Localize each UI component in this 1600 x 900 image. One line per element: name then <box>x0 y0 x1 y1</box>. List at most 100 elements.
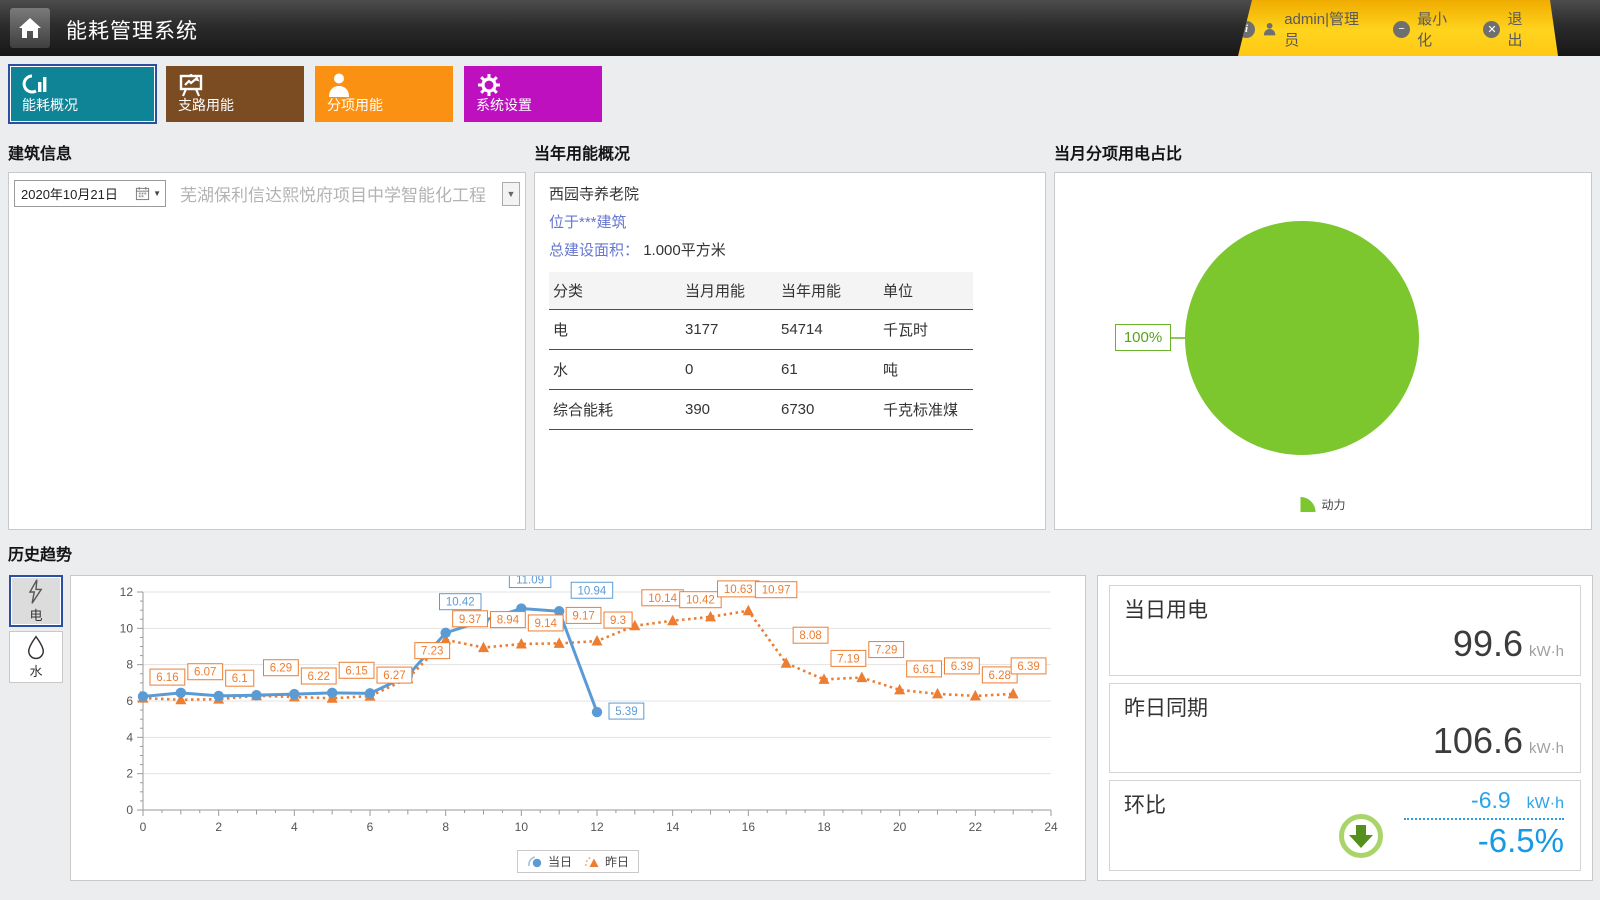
svg-text:0: 0 <box>140 820 147 834</box>
table-cell: 千瓦时 <box>879 310 973 350</box>
svg-text:10.42: 10.42 <box>686 595 715 607</box>
svg-text:9.3: 9.3 <box>610 615 626 627</box>
svg-text:4: 4 <box>126 730 133 744</box>
table-cell: 54714 <box>777 310 879 350</box>
svg-text:10.94: 10.94 <box>578 585 607 597</box>
svg-text:6.28: 6.28 <box>989 670 1011 682</box>
table-cell: 水 <box>549 350 681 390</box>
yesterday-usage-box: 昨日同期 106.6kW·h <box>1109 683 1581 774</box>
table-cell: 千克标准煤 <box>879 390 973 430</box>
pie-legend-swatch <box>1300 497 1315 512</box>
toggle-water[interactable]: 水 <box>9 631 63 683</box>
legend-item-yesterday[interactable]: 昨日 <box>584 853 629 870</box>
svg-text:6.27: 6.27 <box>383 670 405 682</box>
nav-system-settings[interactable]: 系统设置 <box>464 66 602 122</box>
svg-text:10: 10 <box>515 820 529 834</box>
trend-legend[interactable]: 当日 昨日 <box>517 850 639 873</box>
app-title: 能耗管理系统 <box>66 15 198 45</box>
svg-text:11.09: 11.09 <box>516 576 544 587</box>
today-usage-box: 当日用电 99.6kW·h <box>1109 585 1581 676</box>
svg-text:9.17: 9.17 <box>572 610 594 622</box>
table-cell: 6730 <box>777 390 879 430</box>
table-row: 综合能耗3906730千克标准煤 <box>549 390 973 430</box>
legend-item-today[interactable]: 当日 <box>527 853 572 870</box>
minimize-button[interactable]: 最小化 <box>1417 8 1460 50</box>
svg-text:8.94: 8.94 <box>497 615 520 627</box>
trend-chart-panel: 0246810120246810121416182022246.166.076.… <box>70 575 1086 881</box>
svg-text:6.15: 6.15 <box>345 665 367 677</box>
table-cell: 0 <box>681 350 777 390</box>
user-icon <box>1262 21 1277 37</box>
yesterday-usage-unit: kW·h <box>1529 740 1564 757</box>
svg-text:12: 12 <box>120 585 134 599</box>
home-icon <box>18 16 42 40</box>
title-bar: 能耗管理系统 i admin|管理员 − 最小化 ✕ 退出 2020年10月21… <box>0 0 1600 56</box>
nav-branch-energy[interactable]: 支路用能 <box>166 66 304 122</box>
table-cell: 3177 <box>681 310 777 350</box>
date-picker[interactable]: 2020年10月21日 ▼ <box>14 180 166 207</box>
nav-energy-overview[interactable]: 能耗概况 <box>10 66 155 122</box>
trend-title: 历史趋势 <box>8 541 72 571</box>
svg-text:10.97: 10.97 <box>762 585 791 597</box>
svg-text:8: 8 <box>442 820 449 834</box>
logout-button[interactable]: 退出 <box>1507 8 1536 50</box>
table-cell: 综合能耗 <box>549 390 681 430</box>
svg-text:6.16: 6.16 <box>156 672 178 684</box>
today-series-marker <box>527 855 544 869</box>
toggle-electricity-label: 电 <box>29 605 42 624</box>
pie-legend-label: 动力 <box>1321 496 1345 513</box>
energy-table-col-header: 分类 <box>549 272 681 310</box>
energy-table-col-header: 当年用能 <box>777 272 879 310</box>
trend-line-chart: 0246810120246810121416182022246.166.076.… <box>71 576 1085 852</box>
lightning-icon <box>26 579 46 605</box>
home-button[interactable] <box>10 8 50 48</box>
toggle-electricity[interactable]: 电 <box>9 575 63 627</box>
year-overview-panel: 当年用能概况 西园寺养老院 位于***建筑 总建设面积： 1.000平方米 分类… <box>534 140 1046 530</box>
svg-text:10.14: 10.14 <box>648 593 677 605</box>
close-icon[interactable]: ✕ <box>1483 21 1500 38</box>
pie-legend-item[interactable]: 动力 <box>1300 496 1345 513</box>
svg-text:6.22: 6.22 <box>308 671 330 683</box>
svg-text:0: 0 <box>126 803 133 817</box>
date-picker-value: 2020年10月21日 <box>21 184 135 203</box>
svg-text:9.14: 9.14 <box>535 618 558 630</box>
svg-text:6: 6 <box>126 694 133 708</box>
svg-text:7.19: 7.19 <box>837 653 859 665</box>
svg-text:12: 12 <box>590 820 604 834</box>
svg-text:8: 8 <box>126 658 133 672</box>
location-link[interactable]: 位于***建筑 <box>549 211 627 232</box>
table-row: 水061吨 <box>549 350 973 390</box>
table-row: 电317754714千瓦时 <box>549 310 973 350</box>
energy-table-col-header: 当月用能 <box>681 272 777 310</box>
svg-text:10: 10 <box>120 621 134 635</box>
building-info-title: 建筑信息 <box>8 140 526 170</box>
user-label: admin|管理员 <box>1284 8 1369 50</box>
energy-table-header: 分类当月用能当年用能单位 <box>549 272 973 310</box>
down-arrow-icon <box>1338 813 1384 859</box>
svg-text:6.39: 6.39 <box>951 661 973 673</box>
droplet-icon <box>26 635 46 661</box>
main-nav: 能耗概况 支路用能 分项用能 系统设置 <box>10 66 602 122</box>
svg-text:7.29: 7.29 <box>875 645 897 657</box>
yesterday-series-marker <box>584 855 601 869</box>
svg-text:22: 22 <box>969 820 983 834</box>
project-select-arrow-button[interactable]: ▼ <box>502 182 520 206</box>
table-cell: 电 <box>549 310 681 350</box>
pie-slice-label: 100% <box>1115 324 1171 351</box>
yesterday-usage-label: 昨日同期 <box>1124 692 1566 722</box>
ratio-divider <box>1404 818 1564 820</box>
energy-table-col-header: 单位 <box>879 272 973 310</box>
area-label: 总建设面积： <box>549 242 639 259</box>
pie-panel: 当月分项用电占比 100% 动力 <box>1054 140 1592 530</box>
svg-text:18: 18 <box>817 820 831 834</box>
svg-text:16: 16 <box>742 820 756 834</box>
svg-text:5.39: 5.39 <box>615 706 637 718</box>
svg-text:20: 20 <box>893 820 907 834</box>
session-ribbon: i admin|管理员 − 最小化 ✕ 退出 2020年10月21日 13时13… <box>1238 0 1558 56</box>
svg-text:24: 24 <box>1044 820 1058 834</box>
nav-subitem-energy[interactable]: 分项用能 <box>315 66 453 122</box>
svg-text:6.07: 6.07 <box>194 667 216 679</box>
minimize-icon[interactable]: − <box>1393 21 1410 38</box>
area-value: 1.000平方米 <box>643 242 726 259</box>
project-select[interactable]: 芜湖保利信达熙悦府项目中学智能化工程 ▼ <box>180 181 520 206</box>
